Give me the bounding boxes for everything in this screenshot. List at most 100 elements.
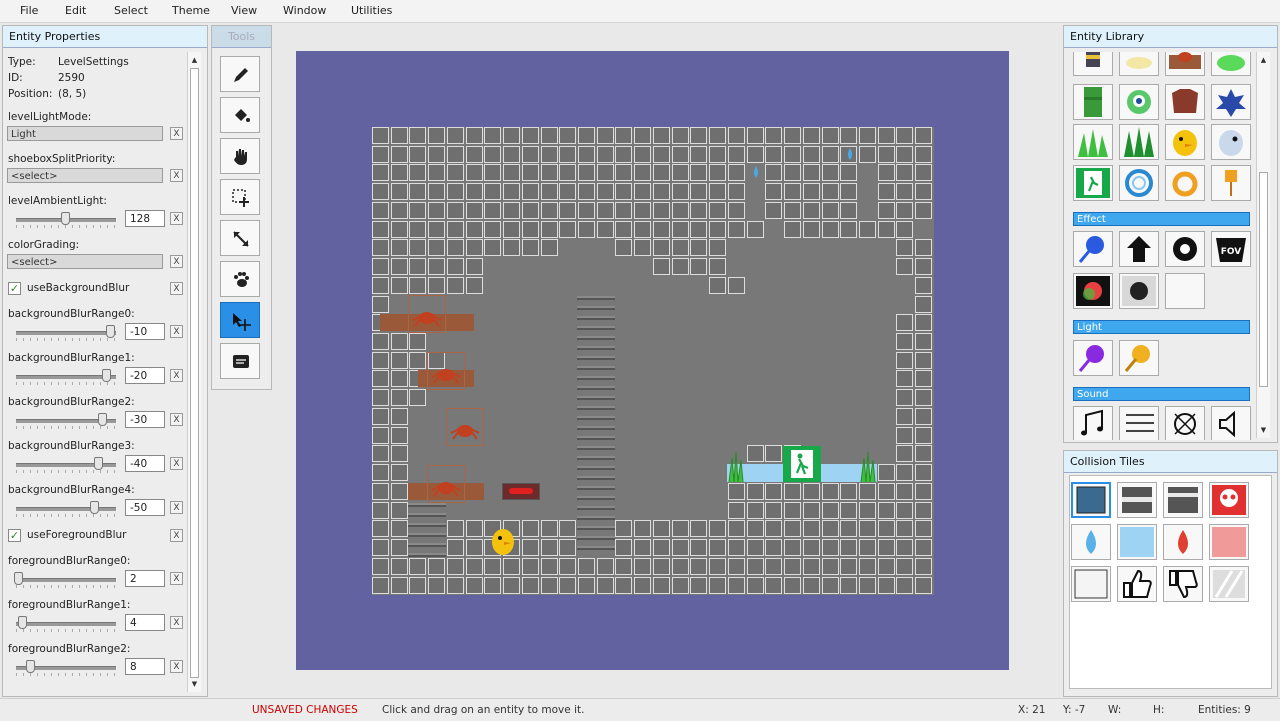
level-tile[interactable]: [727, 164, 745, 182]
ghost-bird-item[interactable]: [1211, 124, 1251, 160]
level-tile[interactable]: [540, 201, 558, 219]
level-tile[interactable]: [578, 220, 596, 238]
level-tile[interactable]: [372, 351, 389, 369]
crab-item[interactable]: [1165, 52, 1205, 76]
level-tile[interactable]: [746, 482, 764, 500]
level-tile[interactable]: [840, 539, 858, 557]
bg-blur-range-0-slider[interactable]: [16, 331, 116, 335]
dark-grass-item[interactable]: [1119, 124, 1159, 160]
level-tile[interactable]: [896, 183, 914, 201]
level-tile[interactable]: [484, 220, 502, 238]
level-tile[interactable]: [372, 407, 389, 425]
color-grade-item[interactable]: [1073, 273, 1113, 309]
level-tile[interactable]: [896, 501, 914, 519]
level-tile[interactable]: [784, 201, 802, 219]
music-item[interactable]: [1073, 406, 1113, 440]
level-tile[interactable]: [877, 201, 895, 219]
level-tile[interactable]: [709, 258, 727, 276]
level-tile[interactable]: [821, 539, 839, 557]
level-tile[interactable]: [671, 201, 689, 219]
level-tile[interactable]: [503, 239, 521, 257]
pencil-tool-button[interactable]: [220, 56, 260, 92]
level-tile[interactable]: [409, 389, 427, 407]
level-tile[interactable]: [727, 201, 745, 219]
level-tile[interactable]: [784, 482, 802, 500]
bg-blur-range-2-input[interactable]: -30: [125, 411, 165, 428]
level-tile[interactable]: [896, 220, 914, 238]
level-tile[interactable]: [559, 127, 577, 144]
level-tile[interactable]: [484, 164, 502, 182]
clear-ambient-button[interactable]: X: [170, 212, 183, 225]
level-tile[interactable]: [615, 164, 633, 182]
spider-enemy[interactable]: [446, 408, 484, 446]
level-tile[interactable]: [634, 557, 652, 575]
level-tile[interactable]: [690, 145, 708, 163]
solid-tile-item[interactable]: [1071, 482, 1111, 518]
select-area-tool-button[interactable]: [220, 179, 260, 215]
level-tile[interactable]: [671, 164, 689, 182]
level-tile[interactable]: [409, 276, 427, 294]
level-tile[interactable]: [503, 220, 521, 238]
fg-blur-range-0-input[interactable]: 2: [125, 570, 165, 587]
fg-blur-range-2-input[interactable]: 8: [125, 658, 165, 675]
level-tile[interactable]: [615, 183, 633, 201]
level-tile[interactable]: [390, 445, 408, 463]
level-tile[interactable]: [896, 145, 914, 163]
level-tile[interactable]: [784, 520, 802, 538]
level-tile[interactable]: [858, 482, 876, 500]
level-tile[interactable]: [915, 239, 933, 257]
level-tile[interactable]: [446, 220, 464, 238]
level-tile[interactable]: [915, 576, 933, 594]
level-tile[interactable]: [746, 520, 764, 538]
level-tile[interactable]: [559, 520, 577, 538]
level-tile[interactable]: [690, 239, 708, 257]
level-tile[interactable]: [821, 220, 839, 238]
level-tile[interactable]: [390, 464, 408, 482]
library-scrollbar[interactable]: ▲ ▼: [1256, 52, 1270, 438]
level-tile[interactable]: [559, 183, 577, 201]
level-tile[interactable]: [615, 220, 633, 238]
level-tile[interactable]: [802, 220, 820, 238]
ambient-light-knob[interactable]: [61, 212, 70, 225]
scroll-down-icon[interactable]: ▼: [1257, 424, 1270, 437]
water-drop-tile-item[interactable]: [1071, 524, 1111, 560]
color-grading-select[interactable]: <select>: [7, 254, 163, 269]
level-tile[interactable]: [634, 539, 652, 557]
level-tile[interactable]: [390, 389, 408, 407]
level-tile[interactable]: [690, 164, 708, 182]
yellow-light-item[interactable]: [1119, 340, 1159, 376]
level-tile[interactable]: [709, 127, 727, 144]
level-tile[interactable]: [802, 576, 820, 594]
level-tile[interactable]: [709, 239, 727, 257]
level-tile[interactable]: [409, 164, 427, 182]
level-tile[interactable]: [596, 201, 614, 219]
level-tile[interactable]: [372, 164, 389, 182]
clear-bg-blur-range-3-button[interactable]: X: [170, 457, 183, 470]
level-tile[interactable]: [915, 145, 933, 163]
lava-drop-tile-item[interactable]: [1163, 524, 1203, 560]
level-tile[interactable]: [840, 164, 858, 182]
level-tile[interactable]: [540, 220, 558, 238]
level-tile[interactable]: [765, 501, 783, 519]
level-tile[interactable]: [409, 239, 427, 257]
level-tile[interactable]: [446, 127, 464, 144]
level-tile[interactable]: [915, 183, 933, 201]
level-tile[interactable]: [802, 183, 820, 201]
menu-window[interactable]: Window: [283, 4, 326, 17]
level-tile[interactable]: [409, 183, 427, 201]
level-tile[interactable]: [428, 164, 446, 182]
level-tile[interactable]: [858, 557, 876, 575]
level-tile[interactable]: [690, 201, 708, 219]
level-tile[interactable]: [428, 201, 446, 219]
level-tile[interactable]: [540, 145, 558, 163]
level-tile[interactable]: [372, 295, 389, 313]
level-tile[interactable]: [465, 539, 483, 557]
chick-item[interactable]: [1165, 124, 1205, 160]
level-tile[interactable]: [877, 482, 895, 500]
level-tile[interactable]: [446, 258, 464, 276]
level-tile[interactable]: [802, 164, 820, 182]
bg-blur-range-4-slider[interactable]: [16, 507, 116, 511]
spiky-monster-item[interactable]: [1211, 84, 1251, 120]
level-tile[interactable]: [765, 539, 783, 557]
level-tile[interactable]: [578, 127, 596, 144]
